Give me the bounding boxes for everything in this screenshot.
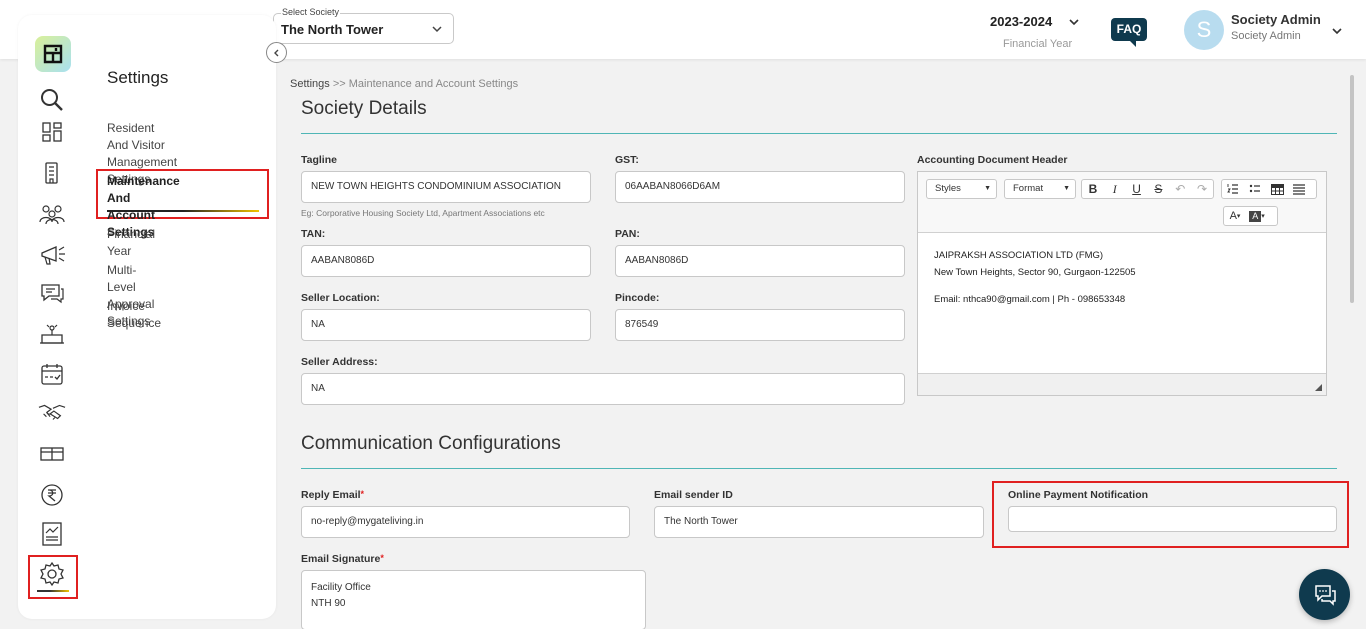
editor-line: JAIPRAKSH ASSOCIATION LTD (FMG) [934, 247, 1310, 264]
text-color-icon[interactable]: A▾ [1224, 207, 1246, 225]
chat-icon[interactable] [38, 279, 66, 307]
chevron-down-icon [431, 22, 443, 40]
handshake-icon[interactable] [38, 398, 66, 426]
financial-year-label: Financial Year [990, 38, 1084, 50]
tan-input[interactable]: AABAN8086D [301, 245, 591, 277]
chevron-down-icon [1068, 15, 1080, 33]
scrollbar[interactable] [1349, 60, 1366, 629]
user-name[interactable]: Society Admin [1231, 12, 1321, 27]
menu-item-invoice-sequence[interactable]: Invoice Sequence [107, 298, 161, 332]
avatar[interactable]: S [1184, 10, 1224, 50]
table-icon[interactable] [1266, 180, 1288, 198]
seller-location-input[interactable]: NA [301, 309, 591, 341]
tagline-label: Tagline [301, 154, 337, 166]
chat-support-button[interactable] [1299, 569, 1350, 620]
styles-dropdown[interactable]: Styles▼ [926, 179, 997, 199]
chevron-down-icon[interactable] [1331, 24, 1343, 42]
bullet-list-icon[interactable] [1244, 180, 1266, 198]
residents-icon[interactable] [38, 200, 66, 228]
tan-label: TAN: [301, 228, 325, 240]
online-payment-input[interactable] [1008, 506, 1337, 532]
pan-label: PAN: [615, 228, 640, 240]
section-divider [301, 468, 1337, 469]
undo-icon[interactable]: ↶ [1169, 180, 1191, 198]
underline-icon[interactable]: U [1126, 180, 1148, 198]
online-payment-label: Online Payment Notification [1008, 489, 1148, 501]
collapse-sidebar-button[interactable] [266, 42, 287, 63]
pincode-input[interactable]: 876549 [615, 309, 905, 341]
breadcrumb: Settings >> Maintenance and Account Sett… [290, 78, 518, 90]
doc-header-label: Accounting Document Header [917, 154, 1068, 166]
amenity-icon[interactable] [38, 320, 66, 348]
building-icon[interactable] [38, 159, 66, 187]
reply-email-label: Reply Email* [301, 489, 364, 501]
list-table-group [1221, 179, 1317, 199]
society-select-label: Select Society [281, 7, 340, 17]
seller-address-label: Seller Address: [301, 356, 378, 368]
reply-email-input[interactable]: no-reply@mygateliving.in [301, 506, 630, 538]
doc-header-editor[interactable]: Styles▼ Format▼ B I U S ↶ ↷ [917, 171, 1327, 396]
horizontal-line-icon[interactable] [1288, 180, 1310, 198]
italic-icon[interactable]: I [1104, 180, 1126, 198]
breadcrumb-root[interactable]: Settings [290, 78, 330, 90]
pan-input[interactable]: AABAN8086D [615, 245, 905, 277]
editor-statusbar [918, 373, 1326, 395]
gst-input[interactable]: 06AABAN8066D6AM [615, 171, 905, 203]
email-signature-label: Email Signature* [301, 553, 384, 565]
breadcrumb-separator: >> [333, 78, 346, 90]
editor-content[interactable]: JAIPRAKSH ASSOCIATION LTD (FMG) New Town… [918, 233, 1326, 322]
society-select-value: The North Tower [281, 22, 383, 37]
gst-label: GST: [615, 154, 639, 166]
numbered-list-icon[interactable] [1222, 180, 1244, 198]
society-details-title: Society Details [301, 98, 427, 120]
strikethrough-icon[interactable]: S [1147, 180, 1169, 198]
tagline-hint: Eg: Corporative Housing Society Ltd, Apa… [301, 208, 545, 218]
faq-button[interactable]: FAQ [1111, 18, 1147, 41]
gift-icon[interactable] [38, 439, 66, 467]
email-signature-textarea[interactable]: Facility Office NTH 90 [301, 570, 646, 629]
editor-line: Email: nthca90@gmail.com | Ph - 09865334… [934, 291, 1310, 308]
resize-grip-icon[interactable] [1315, 384, 1322, 391]
bold-icon[interactable]: B [1082, 180, 1104, 198]
scrollbar-thumb[interactable] [1350, 75, 1354, 303]
email-sender-id-input[interactable]: The North Tower [654, 506, 984, 538]
society-select[interactable]: Select Society The North Tower [273, 13, 454, 44]
seller-address-input[interactable]: NA [301, 373, 905, 405]
announcement-icon[interactable] [38, 240, 66, 268]
app-logo[interactable] [35, 36, 71, 72]
settings-icon-highlight [28, 555, 78, 599]
rupee-icon[interactable] [38, 481, 66, 509]
chat-bubble-icon [1312, 583, 1338, 607]
editor-line: New Town Heights, Sector 90, Gurgaon-122… [934, 264, 1310, 281]
dashboard-icon[interactable] [38, 118, 66, 146]
settings-menu-title: Settings [107, 68, 168, 88]
section-divider [301, 133, 1337, 134]
editor-toolbar: Styles▼ Format▼ B I U S ↶ ↷ [918, 172, 1326, 233]
breadcrumb-current: Maintenance and Account Settings [349, 78, 518, 90]
pincode-label: Pincode: [615, 292, 659, 304]
redo-icon[interactable]: ↷ [1191, 180, 1213, 198]
format-dropdown[interactable]: Format▼ [1004, 179, 1076, 199]
color-group: A▾ A▾ [1223, 206, 1278, 226]
calendar-icon[interactable] [38, 360, 66, 388]
report-icon[interactable] [38, 520, 66, 548]
seller-location-label: Seller Location: [301, 292, 380, 304]
communication-title: Communication Configurations [301, 433, 561, 455]
background-color-icon[interactable]: A▾ [1246, 207, 1268, 225]
text-style-group: B I U S ↶ ↷ [1081, 179, 1214, 199]
menu-item-financial-year[interactable]: Financial Year [107, 226, 155, 260]
search-icon[interactable] [38, 86, 66, 114]
email-sender-id-label: Email sender ID [654, 489, 733, 501]
financial-year-selector[interactable]: 2023-2024 Financial Year [990, 14, 1084, 50]
tagline-input[interactable]: NEW TOWN HEIGHTS CONDOMINIUM ASSOCIATION [301, 171, 591, 203]
user-role: Society Admin [1231, 30, 1301, 42]
